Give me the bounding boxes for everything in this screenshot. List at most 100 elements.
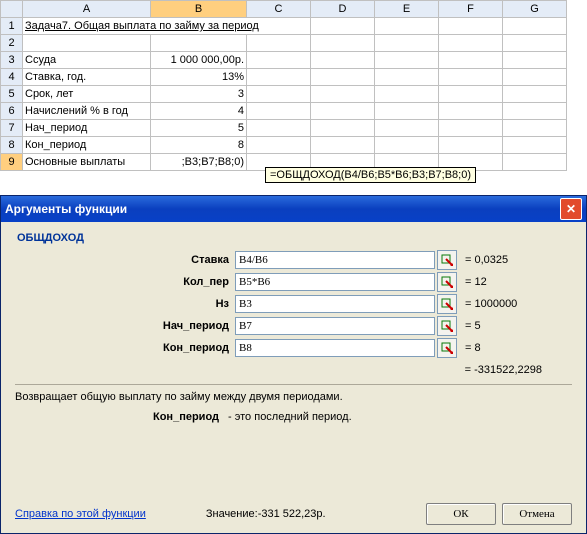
cell[interactable] <box>311 120 375 137</box>
cell[interactable] <box>439 52 503 69</box>
cell[interactable] <box>503 18 567 35</box>
cancel-button[interactable]: Отмена <box>502 503 572 525</box>
cell[interactable] <box>375 86 439 103</box>
argument-evaluated: = 0,0325 <box>465 254 508 266</box>
cell[interactable] <box>503 86 567 103</box>
cell[interactable] <box>311 18 375 35</box>
cell[interactable]: Ссуда <box>23 52 151 69</box>
cell[interactable] <box>375 35 439 52</box>
cell[interactable] <box>439 137 503 154</box>
cell[interactable] <box>311 86 375 103</box>
col-header-b[interactable]: B <box>151 1 247 18</box>
cell[interactable] <box>311 137 375 154</box>
cell[interactable] <box>311 69 375 86</box>
range-select-button[interactable] <box>437 294 457 314</box>
cell[interactable] <box>375 18 439 35</box>
grid-row: 4Ставка, год.13% <box>1 69 567 86</box>
cell[interactable] <box>247 120 311 137</box>
cell[interactable] <box>503 154 567 171</box>
cell[interactable] <box>375 137 439 154</box>
column-header-row: A B C D E F G <box>1 1 567 18</box>
cell[interactable] <box>247 137 311 154</box>
row-header[interactable]: 1 <box>1 18 23 35</box>
row-header[interactable]: 8 <box>1 137 23 154</box>
cell[interactable]: 4 <box>151 103 247 120</box>
col-header-f[interactable]: F <box>439 1 503 18</box>
row-header[interactable]: 3 <box>1 52 23 69</box>
col-header-a[interactable]: A <box>23 1 151 18</box>
col-header-d[interactable]: D <box>311 1 375 18</box>
cell[interactable] <box>311 52 375 69</box>
parameter-description: Кон_период - это последний период. <box>153 411 572 423</box>
spreadsheet-grid[interactable]: A B C D E F G 1Задача7. Общая выплата по… <box>0 0 567 171</box>
row-header[interactable]: 4 <box>1 69 23 86</box>
cell[interactable] <box>503 35 567 52</box>
argument-input[interactable] <box>235 251 435 269</box>
help-link[interactable]: Справка по этой функции <box>15 508 146 520</box>
cell[interactable]: 13% <box>151 69 247 86</box>
cell[interactable]: Начислений % в год <box>23 103 151 120</box>
cell[interactable] <box>375 69 439 86</box>
range-select-icon <box>441 342 453 354</box>
cell[interactable] <box>247 69 311 86</box>
ok-button[interactable]: ОК <box>426 503 496 525</box>
range-select-button[interactable] <box>437 338 457 358</box>
grid-row: 3Ссуда1 000 000,00р. <box>1 52 567 69</box>
argument-label: Кол_пер <box>15 276 235 288</box>
col-header-c[interactable]: C <box>247 1 311 18</box>
cell[interactable] <box>503 52 567 69</box>
cell[interactable] <box>247 86 311 103</box>
row-header[interactable]: 2 <box>1 35 23 52</box>
cell[interactable]: 3 <box>151 86 247 103</box>
cell[interactable] <box>439 86 503 103</box>
formula-tooltip: =ОБЩДОХОД(B4/B6;B5*B6;B3;B7;B8;0) <box>265 167 476 183</box>
cell[interactable] <box>23 35 151 52</box>
corner-cell[interactable] <box>1 1 23 18</box>
cell[interactable] <box>439 103 503 120</box>
row-header[interactable]: 7 <box>1 120 23 137</box>
cell[interactable]: Задача7. Общая выплата по займу за перио… <box>23 18 311 35</box>
cell[interactable] <box>247 35 311 52</box>
cell[interactable]: ;B3;B7;B8;0) <box>151 154 247 171</box>
cell[interactable] <box>247 103 311 120</box>
cell[interactable] <box>375 52 439 69</box>
cell[interactable]: Кон_период <box>23 137 151 154</box>
cell[interactable] <box>503 137 567 154</box>
cell[interactable] <box>151 35 247 52</box>
cell[interactable] <box>311 103 375 120</box>
cell[interactable] <box>439 35 503 52</box>
cell[interactable]: Срок, лет <box>23 86 151 103</box>
argument-input[interactable] <box>235 273 435 291</box>
argument-input[interactable] <box>235 317 435 335</box>
cell[interactable] <box>503 69 567 86</box>
dialog-titlebar[interactable]: Аргументы функции ✕ <box>1 196 586 222</box>
cell[interactable]: 1 000 000,00р. <box>151 52 247 69</box>
argument-input[interactable] <box>235 295 435 313</box>
cell[interactable]: Нач_период <box>23 120 151 137</box>
argument-evaluated: = 8 <box>465 342 481 354</box>
cell[interactable] <box>375 120 439 137</box>
range-select-button[interactable] <box>437 250 457 270</box>
cell[interactable] <box>503 103 567 120</box>
cell[interactable]: 8 <box>151 137 247 154</box>
cell[interactable]: Ставка, год. <box>23 69 151 86</box>
cell[interactable] <box>503 120 567 137</box>
cell[interactable] <box>375 103 439 120</box>
argument-input[interactable] <box>235 339 435 357</box>
range-select-button[interactable] <box>437 272 457 292</box>
close-button[interactable]: ✕ <box>560 198 582 220</box>
row-header[interactable]: 6 <box>1 103 23 120</box>
col-header-g[interactable]: G <box>503 1 567 18</box>
row-header[interactable]: 9 <box>1 154 23 171</box>
cell[interactable]: 5 <box>151 120 247 137</box>
cell[interactable] <box>439 69 503 86</box>
cell[interactable] <box>439 18 503 35</box>
cell[interactable]: Основные выплаты <box>23 154 151 171</box>
close-icon: ✕ <box>566 202 576 216</box>
cell[interactable] <box>247 52 311 69</box>
range-select-button[interactable] <box>437 316 457 336</box>
col-header-e[interactable]: E <box>375 1 439 18</box>
row-header[interactable]: 5 <box>1 86 23 103</box>
cell[interactable] <box>311 35 375 52</box>
cell[interactable] <box>439 120 503 137</box>
